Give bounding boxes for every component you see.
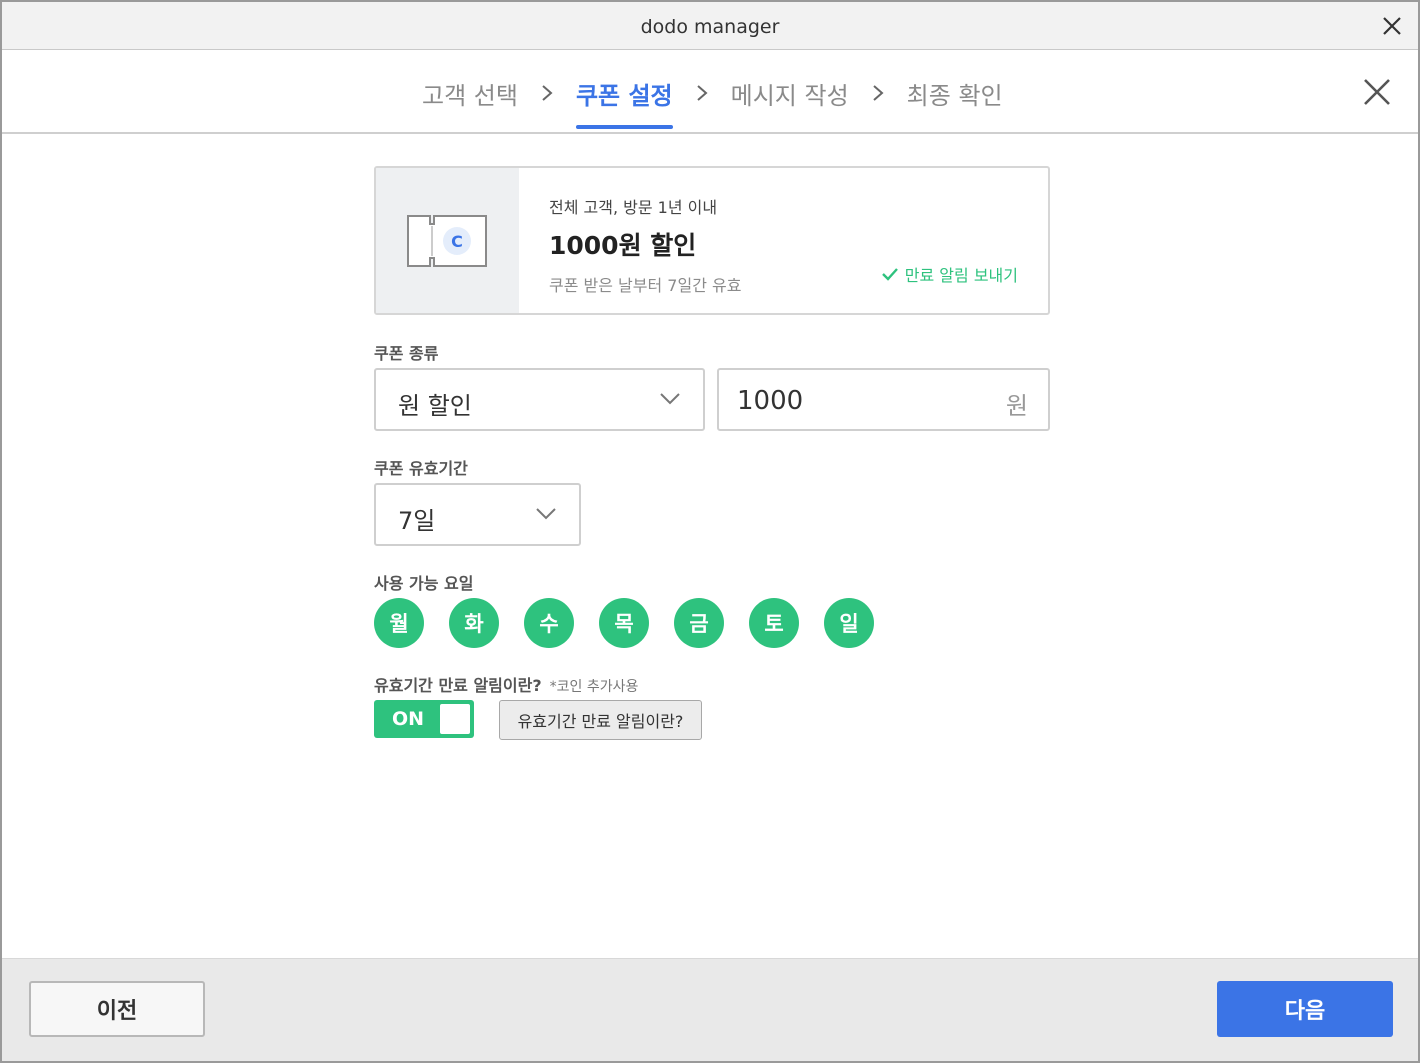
available-days-group: 월 화 수 목 금 토 일 <box>374 598 874 648</box>
step-select-customer[interactable]: 고객 선택 <box>422 76 518 111</box>
day-toggle-wed[interactable]: 수 <box>524 598 574 648</box>
coupon-info: 전체 고객, 방문 1년 이내 1000원 할인 쿠폰 받은 날부터 7일간 유… <box>549 194 741 296</box>
day-toggle-tue[interactable]: 화 <box>449 598 499 648</box>
window-title: dodo manager <box>640 16 780 38</box>
day-toggle-sun[interactable]: 일 <box>824 598 874 648</box>
chevron-right-icon <box>542 85 553 101</box>
coupon-validity-text: 쿠폰 받은 날부터 7일간 유효 <box>549 276 742 295</box>
step-write-message[interactable]: 메시지 작성 <box>731 76 849 111</box>
coupon-ticket-icon: C <box>407 215 487 267</box>
available-days-label: 사용 가능 요일 <box>374 574 474 593</box>
expiry-notice-help-button[interactable]: 유효기간 만료 알림이란? <box>499 700 702 740</box>
next-button[interactable]: 다음 <box>1217 981 1393 1037</box>
close-icon[interactable] <box>1362 77 1392 107</box>
previous-button[interactable]: 이전 <box>29 981 205 1037</box>
expiry-notify-indicator[interactable]: 만료 알림 보내기 <box>881 262 1018 286</box>
discount-amount-field[interactable]: 원 <box>717 368 1050 431</box>
validity-period-value: 7일 <box>398 507 436 535</box>
window-titlebar: dodo manager <box>2 2 1418 50</box>
chevron-down-icon <box>536 508 556 520</box>
step-coupon-settings[interactable]: 쿠폰 설정 <box>575 76 673 129</box>
window-close-icon[interactable] <box>1380 14 1404 38</box>
toggle-knob <box>440 704 470 734</box>
coupon-thumbnail: C <box>376 168 519 313</box>
day-toggle-mon[interactable]: 월 <box>374 598 424 648</box>
day-toggle-fri[interactable]: 금 <box>674 598 724 648</box>
coupon-preview-card: C 전체 고객, 방문 1년 이내 1000원 할인 쿠폰 받은 날부터 7일간… <box>374 166 1050 315</box>
coupon-target-text: 전체 고객, 방문 1년 이내 <box>549 198 718 217</box>
coupon-type-label: 쿠폰 종류 <box>374 344 439 363</box>
dodo-manager-window: dodo manager 고객 선택 쿠폰 설정 메시지 작성 최종 확인 C … <box>0 0 1420 1063</box>
chevron-right-icon <box>696 85 708 101</box>
expiry-notice-label-text: 유효기간 만료 알림이란? <box>374 676 542 695</box>
footer-bar: 이전 다음 <box>2 958 1418 1061</box>
coupon-type-select[interactable]: 원 할인 <box>374 368 705 431</box>
step-final-confirm[interactable]: 최종 확인 <box>907 76 1003 111</box>
day-toggle-sat[interactable]: 토 <box>749 598 799 648</box>
validity-period-select[interactable]: 7일 <box>374 483 581 546</box>
expiry-notify-label: 만료 알림 보내기 <box>904 266 1018 285</box>
expiry-notice-toggle[interactable]: ON <box>374 700 474 738</box>
expiry-notice-label: 유효기간 만료 알림이란? *코인 추가사용 <box>374 672 638 696</box>
discount-amount-input[interactable] <box>737 382 977 420</box>
coupon-type-value: 원 할인 <box>398 392 472 420</box>
toggle-state-label: ON <box>392 708 425 730</box>
amount-unit-label: 원 <box>1005 392 1028 420</box>
checkmark-icon <box>881 268 898 281</box>
step-navigation: 고객 선택 쿠폰 설정 메시지 작성 최종 확인 <box>2 51 1418 134</box>
coupon-amount-text: 1000원 할인 <box>549 231 697 260</box>
step-list: 고객 선택 쿠폰 설정 메시지 작성 최종 확인 <box>422 73 1003 129</box>
day-toggle-thu[interactable]: 목 <box>599 598 649 648</box>
chevron-right-icon <box>873 85 884 101</box>
chevron-down-icon <box>660 393 680 405</box>
coupon-icon-letter: C <box>451 232 463 251</box>
expiry-notice-sublabel: *코인 추가사용 <box>549 679 639 695</box>
validity-period-label: 쿠폰 유효기간 <box>374 459 468 478</box>
